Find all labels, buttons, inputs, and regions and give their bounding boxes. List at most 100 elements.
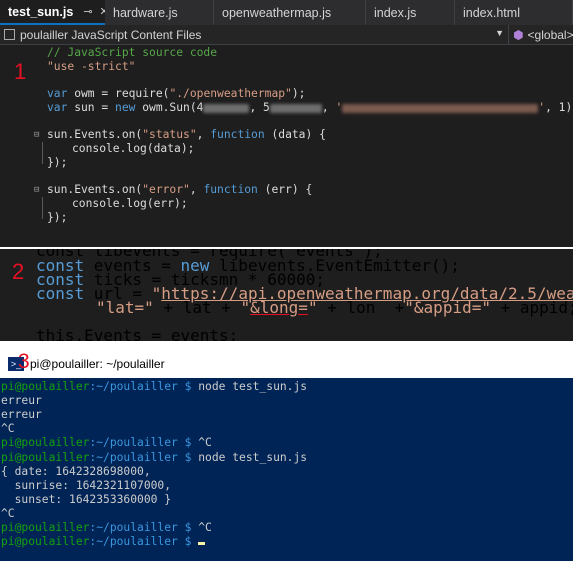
chevron-down-icon: ▼	[495, 27, 505, 38]
keyword: function	[210, 128, 265, 141]
indent-guide	[42, 197, 43, 219]
annotation-number-1: 1	[14, 59, 27, 84]
indent-guide	[42, 142, 43, 164]
terminal-output-line: sunrise: 1642321107000,	[1, 478, 172, 492]
code-line: this.Events = events;	[36, 326, 239, 342]
annotation-number-2: 2	[12, 259, 25, 284]
terminal-titlebar: >_ pi@poulailler: ~/poulailler	[0, 350, 573, 377]
code-text: + lat +	[153, 298, 241, 317]
code-text: sun.Events.on(	[47, 183, 143, 196]
terminal-output-line: erreur	[1, 394, 42, 408]
code-line: });	[47, 156, 67, 170]
code-text: });	[47, 156, 68, 169]
prompt-path: :~/poulailler $	[89, 535, 192, 549]
string-text: "lat="	[96, 298, 154, 317]
code-text: });	[47, 211, 68, 224]
keyword: var	[47, 87, 68, 100]
code-line: "lat=" + lat + "&long=" + lon +"&appid="…	[96, 298, 573, 317]
tab-index-html[interactable]: index.html	[455, 0, 573, 25]
terminal-output-line: { date: 1642328698000,	[1, 464, 151, 478]
string-text: "use -strict"	[47, 60, 136, 73]
project-label: poulailler JavaScript Content Files	[20, 27, 202, 42]
code-text: ,	[321, 101, 336, 114]
code-text: (data) {	[264, 128, 326, 141]
code-text: + appid;	[490, 298, 573, 317]
command-text: ^C	[191, 436, 212, 450]
string-text: '	[335, 101, 343, 114]
keyword: new	[115, 101, 136, 114]
string-text: "&appid="	[404, 298, 491, 317]
string-text: "status"	[142, 128, 197, 141]
tab-hardware[interactable]: hardware.js	[105, 0, 214, 25]
terminal-prompt-line: pi@poulailler:~/poulailler $ node test_s…	[1, 380, 307, 394]
terminal-output-line: ^C	[1, 506, 15, 520]
code-line: "use -strict"	[47, 60, 135, 74]
code-text: ,	[196, 128, 211, 141]
prompt-user: pi@poulailler	[1, 436, 90, 450]
cube-icon: ⬢	[513, 27, 524, 42]
redacted-apikey	[342, 103, 539, 113]
tab-label: test_sun.js	[8, 4, 74, 19]
prompt-user: pi@poulailler	[1, 535, 90, 549]
code-text: this.Events = events;	[36, 326, 239, 342]
collapse-icon[interactable]: ⊟	[34, 183, 39, 197]
terminal-cursor	[198, 542, 206, 546]
tab-label: index.html	[463, 5, 520, 20]
keyword: const	[36, 284, 85, 303]
tab-label: hardware.js	[113, 5, 178, 20]
command-text: ^C	[191, 521, 212, 534]
project-dropdown[interactable]: poulailler JavaScript Content Files ▼	[0, 24, 510, 45]
code-line: });	[47, 211, 67, 225]
pin-icon[interactable]: ⊸	[83, 5, 92, 18]
prompt-user: pi@poulailler	[1, 521, 90, 534]
string-text: "./openweathermap"	[169, 87, 292, 100]
code-text: );	[291, 87, 306, 100]
prompt-path: :~/poulailler $	[89, 436, 192, 450]
code-text: , 1);	[545, 101, 573, 114]
prompt-path: :~/poulailler $	[89, 450, 192, 464]
terminal-prompt-line: pi@poulailler:~/poulailler $	[1, 535, 206, 549]
code-line: console.log(err);	[72, 197, 188, 211]
string-text: "	[307, 298, 318, 317]
terminal-title: pi@poulailler: ~/poulailler	[30, 356, 165, 371]
panel-divider	[0, 341, 573, 350]
keyword: function	[203, 183, 258, 196]
terminal-output-line: ^C	[1, 422, 15, 436]
terminal-window: >_ pi@poulailler: ~/poulailler 3 pi@poul…	[0, 350, 573, 561]
code-text: sun.Events.on(	[47, 128, 143, 141]
keyword: var	[47, 101, 68, 114]
redacted-latitude	[203, 103, 250, 113]
terminal-output-line: sunset: 1642353360000 }	[1, 492, 172, 506]
editor-panel: test_sun.js ⊸ ✕ hardware.js openweatherm…	[0, 0, 573, 247]
comment-text: // JavaScript source code	[47, 46, 218, 59]
code-snippet-panel: const libevents = require('events'); con…	[0, 249, 573, 341]
string-text: "error"	[142, 183, 190, 196]
scope-dropdown[interactable]: ⬢ <global>	[509, 28, 573, 42]
code-text: , 5	[249, 101, 270, 114]
code-text: ,	[189, 183, 204, 196]
tab-index-js[interactable]: index.js	[366, 0, 455, 25]
code-line: var sun = new owm.Sun(4, 5, '', 1);	[47, 101, 573, 115]
code-line: sun.Events.on("status", function (data) …	[47, 128, 326, 142]
code-line: var owm = require("./openweathermap");	[47, 87, 305, 101]
navigation-bar: poulailler JavaScript Content Files ▼ ⬢ …	[0, 24, 573, 45]
terminal-prompt-line: pi@poulailler:~/poulailler $ ^C	[1, 521, 212, 535]
document-tab-bar: test_sun.js ⊸ ✕ hardware.js openweatherm…	[0, 0, 573, 25]
code-text: owm = require(	[67, 87, 170, 100]
prompt-user: pi@poulailler	[1, 380, 90, 393]
command-text: node test_sun.js	[191, 380, 308, 393]
collapse-icon[interactable]: ⊟	[34, 128, 39, 142]
terminal-prompt-line: pi@poulailler:~/poulailler $ node test_s…	[1, 451, 307, 465]
terminal-output[interactable]: pi@poulailler:~/poulailler $ node test_s…	[0, 378, 573, 561]
string-text: "	[240, 298, 251, 317]
tab-label: openweathermap.js	[222, 5, 332, 20]
code-line: // JavaScript source code	[47, 46, 217, 60]
code-line: console.log(data);	[72, 142, 194, 156]
underlined-long-param: &long=	[250, 298, 308, 317]
tab-openweathermap[interactable]: openweathermap.js	[214, 0, 366, 25]
prompt-path: :~/poulailler $	[89, 521, 192, 534]
tab-test-sun[interactable]: test_sun.js ⊸ ✕	[0, 0, 109, 25]
prompt-user: pi@poulailler	[1, 450, 90, 464]
project-icon	[4, 29, 15, 40]
code-text: owm.Sun(4	[135, 101, 204, 114]
